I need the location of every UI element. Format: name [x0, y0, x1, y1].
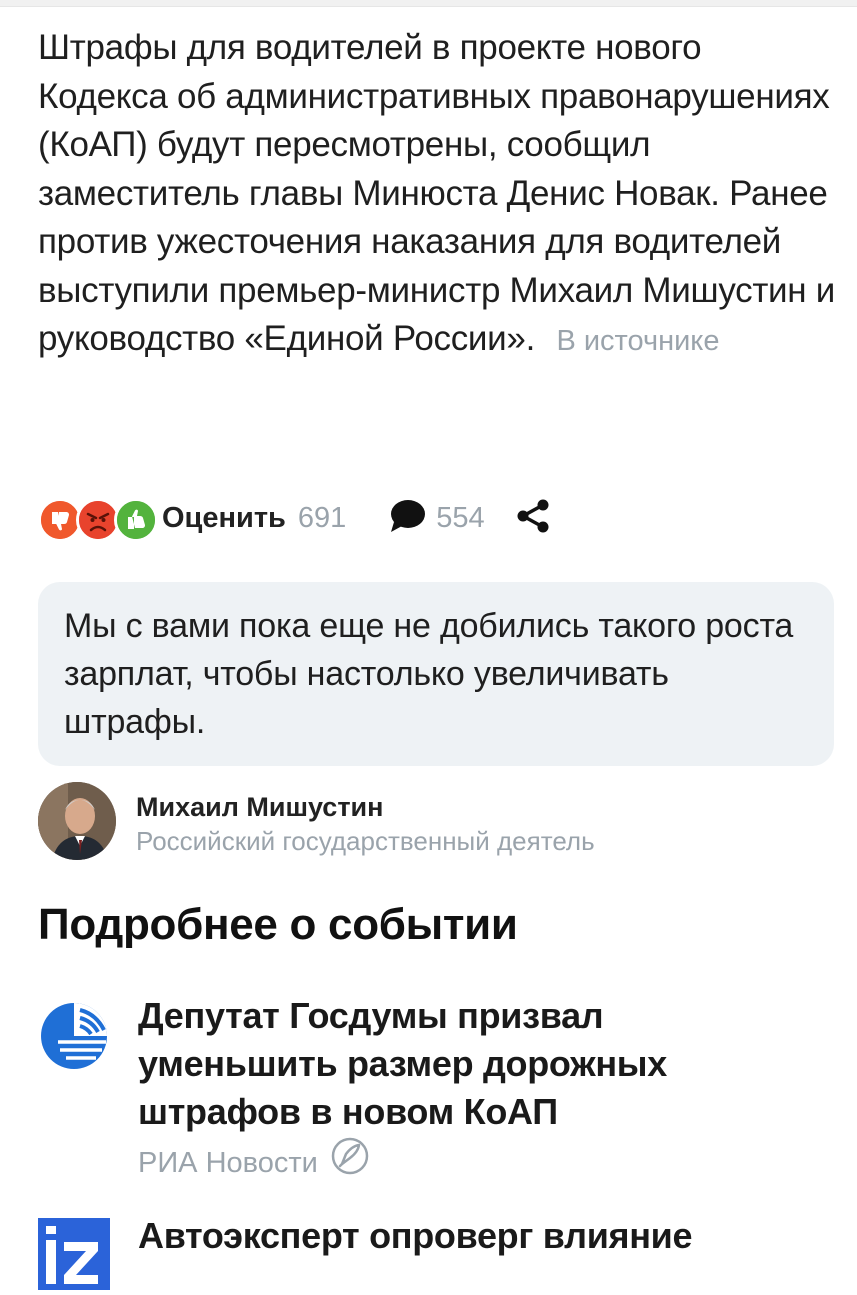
author-role: Российский государственный деятель — [136, 826, 595, 856]
quote-text: Мы с вами пока еще не добились такого ро… — [64, 607, 794, 741]
quote-block: Мы с вами пока еще не добились такого ро… — [38, 582, 834, 766]
news-item[interactable]: Депутат Госдумы призвал уменьшить размер… — [38, 992, 778, 1189]
speech-bubble-icon — [388, 498, 426, 539]
news-title[interactable]: Депутат Госдумы призвал уменьшить размер… — [138, 992, 778, 1136]
author-name: Михаил Мишустин — [136, 792, 384, 822]
rocket-badge-icon — [318, 1136, 370, 1189]
rate-count: 691 — [297, 501, 347, 534]
quote-author[interactable]: Михаил Мишустин Российский государственн… — [38, 782, 595, 860]
thumbs-up-icon[interactable] — [114, 498, 158, 542]
share-icon — [515, 497, 551, 540]
rate-button[interactable]: Оценить — [162, 502, 286, 535]
news-title[interactable]: Автоэксперт опроверг влияние — [138, 1212, 778, 1260]
top-divider — [0, 0, 857, 7]
article-text: Штрафы для водителей в проекте нового Ко… — [38, 28, 836, 358]
news-source: РИА Новости — [138, 1136, 778, 1189]
news-source-label: РИА Новости — [138, 1146, 318, 1179]
share-button[interactable] — [515, 497, 551, 540]
ria-novosti-logo-icon — [38, 998, 110, 1070]
news-item[interactable]: Автоэксперт опроверг влияние — [38, 1212, 778, 1290]
comments-button[interactable]: 554 — [388, 498, 485, 539]
avatar — [38, 782, 116, 860]
reaction-button-group[interactable] — [38, 498, 158, 542]
source-link[interactable]: В источнике — [556, 325, 719, 357]
article-text-block: Штрафы для водителей в проекте нового Ко… — [38, 24, 838, 366]
comment-count: 554 — [436, 501, 485, 534]
izvestia-logo-icon — [38, 1218, 110, 1290]
article-actions-bar: Оценить 691 554 — [38, 494, 551, 542]
section-title: Подробнее о событии — [38, 900, 518, 949]
